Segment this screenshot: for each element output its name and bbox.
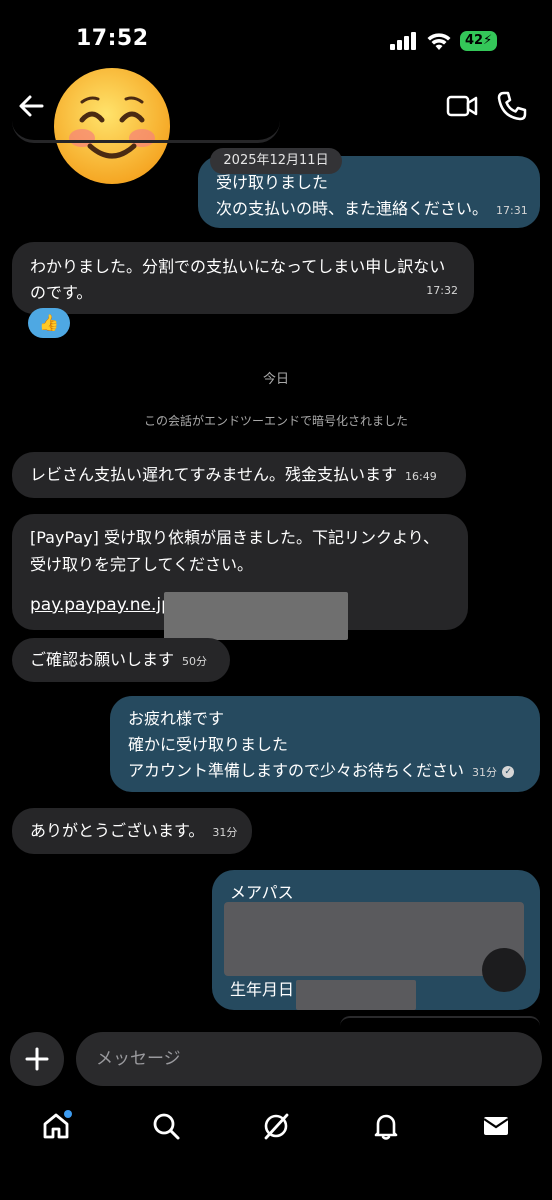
message-time: 50分 — [182, 655, 208, 668]
video-camera-icon — [446, 95, 478, 117]
message-text: のです。 — [30, 283, 93, 302]
phone-icon — [497, 91, 527, 121]
redacted-link-block — [164, 592, 348, 640]
signal-icon — [390, 32, 416, 50]
message-text: [PayPay] 受け取り依頼が届きました。下記リンクより、 — [30, 528, 440, 547]
message-incoming[interactable]: ありがとうございます。 31分 — [12, 808, 252, 854]
search-icon — [153, 1113, 180, 1140]
tab-notifications[interactable] — [366, 1106, 406, 1146]
tab-grok[interactable] — [256, 1106, 296, 1146]
message-time: 17:31 — [496, 204, 528, 217]
message-text: 確かに受け取りました — [128, 735, 289, 754]
next-message-edge — [340, 1016, 540, 1026]
message-text: 受け取りを完了してください。 — [30, 555, 254, 574]
message-input[interactable] — [76, 1032, 542, 1086]
tab-search[interactable] — [146, 1106, 186, 1146]
message-text: レビさん支払い遅れてすみません。残金支払います — [30, 465, 398, 484]
message-outgoing[interactable]: お疲れ様です 確かに受け取りました アカウント準備しますので少々お待ちください 3… — [110, 696, 540, 792]
message-incoming[interactable]: わかりました。分割での支払いになってしまい申し訳ない のです。 17:32 — [12, 242, 474, 314]
message-time: 31分 — [212, 826, 238, 839]
message-incoming[interactable]: レビさん支払い遅れてすみません。残金支払います 16:49 — [12, 452, 466, 498]
home-icon — [43, 1110, 72, 1139]
plus-icon — [25, 1047, 49, 1071]
read-check-icon: ✓ — [502, 765, 515, 778]
redacted-birthdate — [296, 980, 416, 1010]
message-text: わかりました。分割での支払いになってしまい申し訳ない — [30, 257, 446, 276]
message-text: 次の支払いの時、また連絡ください。 17:31 — [216, 199, 528, 218]
voice-call-button[interactable] — [494, 88, 530, 124]
date-separator: 2025年12月11日 — [210, 148, 342, 174]
add-attachment-button[interactable] — [10, 1032, 64, 1086]
today-separator: 今日 — [262, 372, 289, 387]
message-incoming[interactable]: ご確認お願いします 50分 — [12, 638, 230, 682]
message-time: 16:49 — [405, 470, 437, 483]
message-text: ありがとうございます。 — [30, 821, 205, 840]
message-time: 31分 — [472, 766, 498, 779]
grok-icon — [264, 1113, 289, 1140]
scroll-to-bottom-button[interactable] — [482, 948, 526, 992]
tab-home[interactable] — [36, 1106, 76, 1146]
message-text: お疲れ様です — [128, 709, 225, 728]
encryption-notice: この会話がエンドツーエンドで暗号化されました — [143, 414, 408, 428]
status-icons: 42⚡ — [390, 28, 498, 54]
tab-messages[interactable] — [476, 1106, 516, 1146]
redacted-credentials-block — [224, 902, 524, 976]
bell-icon — [374, 1114, 398, 1140]
envelope-icon — [483, 1117, 509, 1135]
message-text: アカウント準備しますので少々お待ちください 31分 ✓ — [128, 758, 522, 786]
message-time: 17:32 — [426, 284, 458, 297]
thumbs-up-icon: 👍 — [39, 313, 59, 332]
reaction-badge[interactable]: 👍 — [28, 308, 70, 338]
battery-indicator: 42⚡ — [460, 31, 498, 51]
status-time: 17:52 — [76, 26, 149, 51]
video-call-button[interactable] — [444, 88, 480, 124]
wifi-icon — [427, 33, 451, 50]
previous-message-edge — [12, 118, 280, 143]
message-text: 生年月日 — [230, 980, 295, 999]
message-text: ご確認お願いします — [30, 650, 175, 669]
